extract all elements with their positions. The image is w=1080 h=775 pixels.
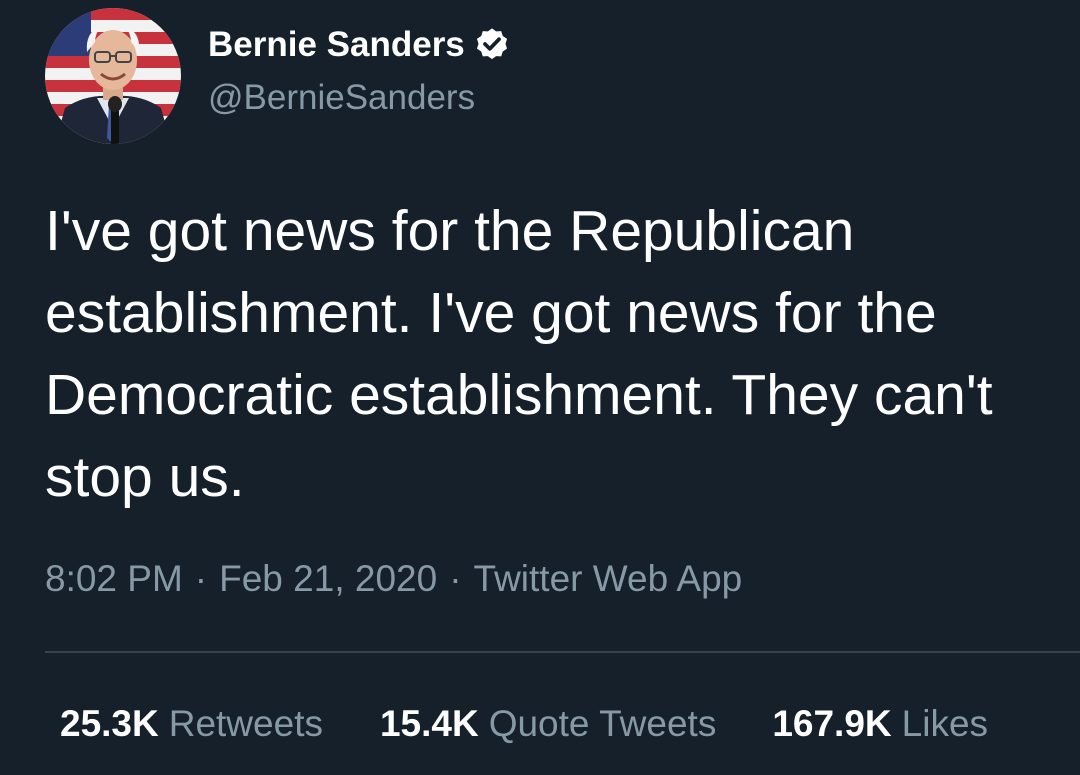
author-name-row: Bernie Sanders bbox=[208, 22, 511, 68]
likes-count: 167.9K bbox=[772, 703, 892, 744]
likes-label: Likes bbox=[901, 703, 989, 744]
profile-photo-icon bbox=[45, 8, 181, 144]
user-handle[interactable]: @BernieSanders bbox=[208, 78, 475, 118]
verified-badge-icon bbox=[473, 26, 511, 64]
divider bbox=[45, 651, 1080, 653]
engagement-stats: 25.3K Retweets 15.4K Quote Tweets 167.9K… bbox=[60, 700, 988, 748]
tweet-text-line: establishment. I've got news for the bbox=[45, 281, 937, 345]
tweet-container: Bernie Sanders @BernieSanders I've got n… bbox=[0, 0, 1080, 775]
tweet-text-line: I've got news for the Republican bbox=[45, 199, 855, 263]
display-name[interactable]: Bernie Sanders bbox=[208, 25, 465, 65]
retweets-count: 25.3K bbox=[60, 703, 159, 744]
quote-tweets-label: Quote Tweets bbox=[488, 703, 717, 744]
separator-dot: · bbox=[194, 558, 208, 599]
quote-tweets-stat[interactable]: 15.4K Quote Tweets bbox=[380, 703, 716, 745]
tweet-source[interactable]: Twitter Web App bbox=[474, 558, 743, 600]
quote-tweets-count: 15.4K bbox=[379, 703, 479, 744]
tweet-text-line: stop us. bbox=[45, 445, 245, 509]
tweet-text-line: Democratic establishment. They can't bbox=[45, 363, 993, 427]
tweet-metadata: 8:02 PM · Feb 21, 2020 · Twitter Web App bbox=[45, 558, 742, 600]
likes-stat[interactable]: 167.9K Likes bbox=[772, 703, 988, 745]
retweets-stat[interactable]: 25.3K Retweets bbox=[60, 703, 323, 745]
tweet-time[interactable]: 8:02 PM bbox=[45, 558, 183, 600]
avatar[interactable] bbox=[45, 8, 181, 144]
retweets-label: Retweets bbox=[168, 703, 323, 744]
tweet-date[interactable]: Feb 21, 2020 bbox=[219, 558, 437, 600]
separator-dot: · bbox=[449, 558, 462, 599]
tweet-text: I've got news for the Republican establi… bbox=[45, 190, 1080, 518]
